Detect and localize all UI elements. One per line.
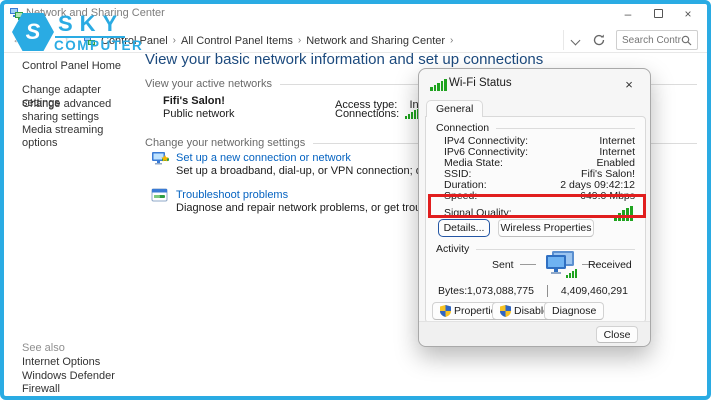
- ipv6-row: IPv6 Connectivity: Internet: [444, 147, 635, 158]
- troubleshoot-icon: [151, 188, 168, 204]
- connection-group-label: Connection: [436, 122, 489, 134]
- logo-monogram: S: [26, 19, 41, 45]
- logo-text-sky: SKY: [58, 11, 124, 37]
- dialog-title: Wi-Fi Status: [449, 77, 512, 89]
- logo-hexagon-icon: S: [12, 13, 54, 51]
- uac-shield-icon: [440, 305, 451, 317]
- toolbar-divider: [563, 30, 564, 50]
- network-name: Fifi's Salon!: [163, 95, 225, 107]
- network-type: Public network: [163, 108, 235, 120]
- ipv4-row: IPv4 Connectivity: Internet: [444, 136, 635, 147]
- troubleshoot-link[interactable]: Troubleshoot problems: [176, 189, 288, 201]
- speed-label: Speed:: [444, 190, 477, 202]
- active-networks-label: View your active networks: [145, 78, 272, 90]
- wireless-properties-button[interactable]: Wireless Properties: [498, 219, 594, 237]
- received-label: Received: [588, 259, 632, 271]
- tab-general[interactable]: General: [426, 100, 483, 117]
- window-controls: – ×: [613, 0, 703, 27]
- diagnose-button[interactable]: Diagnose: [544, 302, 604, 320]
- bytes-sent-value: 1,073,088,775: [466, 285, 534, 297]
- see-also-label: See also: [22, 342, 134, 355]
- wifi-signal-icon: [405, 109, 419, 119]
- connection-group-header: Connection: [436, 122, 635, 134]
- sidebar-item-change-advanced-sharing[interactable]: Change advanced sharing settings: [22, 98, 134, 123]
- sent-received-row: Sent Received: [426, 249, 645, 283]
- breadcrumb-separator: ›: [173, 35, 176, 46]
- network-sharing-center-window: Network and Sharing Center – × ← → ↑ Con…: [0, 0, 711, 400]
- details-button[interactable]: Details...: [438, 219, 490, 237]
- search-icon: [681, 35, 692, 46]
- signal-quality-bars-icon: [614, 206, 633, 221]
- sidebar-item-media-streaming-options[interactable]: Media streaming options: [22, 124, 134, 149]
- sidebar-item-internet-options[interactable]: Internet Options: [22, 356, 134, 369]
- speed-row: Speed: 649.0 Mbps: [444, 191, 635, 202]
- new-connection-icon: [151, 151, 169, 168]
- sidebar-item-control-panel-home[interactable]: Control Panel Home: [22, 60, 134, 73]
- minimize-button[interactable]: –: [613, 0, 643, 27]
- signal-quality-label: Signal Quality:: [444, 207, 512, 219]
- bytes-label: Bytes:: [438, 285, 467, 297]
- search-input[interactable]: [617, 35, 681, 46]
- general-tab-panel: Connection IPv4 Connectivity: Internet I…: [425, 116, 646, 323]
- breadcrumb-separator: ›: [298, 35, 301, 46]
- sky-computer-logo: S SKY COMPUTER: [10, 11, 140, 53]
- maximize-icon: [654, 9, 663, 18]
- breadcrumb-item-network-sharing[interactable]: Network and Sharing Center: [306, 35, 445, 47]
- connections-label: Connections:: [335, 108, 405, 120]
- refresh-icon[interactable]: [592, 33, 606, 47]
- networking-settings-label: Change your networking settings: [145, 137, 305, 149]
- setup-connection-link[interactable]: Set up a new connection or network: [176, 152, 351, 164]
- wifi-status-icon: [430, 79, 447, 91]
- uac-shield-icon: [500, 305, 511, 317]
- dialog-close-icon[interactable]: ×: [616, 74, 642, 94]
- logo-text-computer: COMPUTER: [54, 38, 143, 53]
- close-button[interactable]: ×: [673, 0, 703, 27]
- sidebar-item-windows-defender-firewall[interactable]: Windows Defender Firewall: [22, 370, 134, 395]
- bytes-divider: [547, 285, 548, 297]
- activity-computers-icon: [542, 249, 578, 281]
- search-box: [616, 30, 698, 50]
- maximize-button[interactable]: [643, 0, 673, 27]
- media-state-row: Media State: Enabled: [444, 158, 635, 169]
- sent-dash: [520, 264, 536, 265]
- wifi-status-dialog: Wi-Fi Status × General Connection IPv4 C…: [418, 68, 651, 347]
- diagnose-button-label: Diagnose: [552, 305, 596, 317]
- dialog-close-button[interactable]: Close: [596, 326, 638, 343]
- breadcrumb-separator: ›: [450, 35, 453, 46]
- group-rule: [496, 128, 635, 129]
- bytes-received-value: 4,409,460,291: [554, 285, 628, 297]
- sent-label: Sent: [492, 259, 514, 271]
- dialog-footer: Close: [419, 321, 650, 346]
- duration-row: Duration: 2 days 09:42:12: [444, 180, 635, 191]
- bytes-row: Bytes: 1,073,088,775 4,409,460,291: [426, 285, 645, 298]
- ssid-row: SSID: Fifi's Salon!: [444, 169, 635, 180]
- page-title: View your basic network information and …: [145, 51, 543, 68]
- speed-value: 649.0 Mbps: [580, 190, 635, 202]
- breadcrumb-item-all-items[interactable]: All Control Panel Items: [181, 35, 293, 47]
